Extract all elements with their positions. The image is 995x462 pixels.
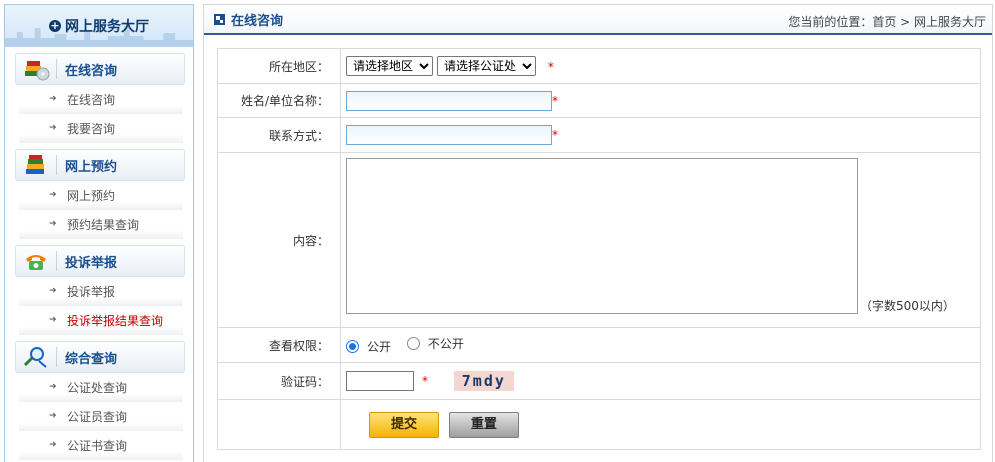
sidebar-title: 网上服务大厅: [65, 18, 149, 35]
plus-circle-icon: +: [49, 18, 61, 32]
contact-input[interactable]: [346, 125, 552, 145]
arrow-right-icon: ➜: [49, 286, 57, 296]
arrow-right-icon: ➜: [49, 219, 57, 229]
name-input[interactable]: [346, 90, 552, 111]
section-title: 综合查询: [65, 351, 118, 367]
sidebar-item-label: 投诉举报结果查询: [67, 314, 164, 328]
arrow-right-icon: ➜: [49, 315, 57, 325]
sidebar-item-online-consult[interactable]: ➜ 在线咨询: [19, 85, 183, 114]
form-row-actions: 提交 重置: [217, 399, 981, 450]
sidebar-item-complaint-result[interactable]: ➜ 投诉举报结果查询: [19, 306, 183, 335]
public-radio[interactable]: 公开: [346, 338, 391, 355]
submit-button[interactable]: 提交: [369, 411, 439, 438]
magnifier-icon: [16, 342, 56, 372]
permission-label: 查看权限：: [217, 327, 341, 363]
section-title: 在线咨询: [65, 63, 118, 79]
divider: [56, 155, 57, 175]
arrow-right-icon: ➜: [49, 382, 57, 392]
contact-label: 联系方式：: [217, 117, 341, 153]
arrow-right-icon: ➜: [49, 190, 57, 200]
radio-unchecked-icon: [406, 337, 420, 350]
public-radio-label: 公开: [367, 340, 392, 354]
sidebar-item-label: 公证书查询: [67, 439, 128, 453]
page-title: 在线咨询: [231, 13, 284, 29]
required-mark: *: [422, 374, 428, 388]
sidebar-item-label: 公证员查询: [67, 410, 128, 424]
books-icon: [16, 150, 56, 180]
sidebar-section-complaint[interactable]: 投诉举报: [15, 245, 185, 277]
private-radio[interactable]: 不公开: [406, 335, 464, 352]
form-row-region: 所在地区： 请选择地区 请选择公证处 *: [217, 48, 981, 84]
form-row-name: 姓名/单位名称： *: [217, 83, 981, 118]
sidebar-item-appointment[interactable]: ➜ 网上预约: [19, 181, 183, 210]
books-cd-icon: [16, 54, 56, 84]
section-title: 投诉举报: [65, 255, 118, 271]
arrow-right-icon: ➜: [49, 123, 57, 133]
sidebar-section-query[interactable]: 综合查询: [15, 341, 185, 373]
sidebar-item-certificate-query[interactable]: ➜ 公证书查询: [19, 431, 183, 460]
arrow-right-icon: ➜: [49, 411, 57, 421]
office-select[interactable]: 请选择公证处: [437, 56, 536, 76]
sidebar-item-complaint[interactable]: ➜ 投诉举报: [19, 277, 183, 306]
telephone-icon: [16, 246, 56, 276]
consult-form: 所在地区： 请选择地区 请选择公证处 * 姓名/单位名称： * 联系方式： * 内…: [217, 48, 981, 450]
form-row-captcha: 验证码： * 7mdy: [217, 362, 981, 400]
region-select[interactable]: 请选择地区: [346, 56, 433, 76]
required-mark: *: [552, 128, 558, 142]
sidebar-header: + 网上服务大厅: [5, 5, 193, 47]
sidebar-item-label: 在线咨询: [67, 93, 116, 107]
panel-header: 在线咨询 您当前的位置：首页 > 网上服务大厅: [204, 5, 992, 35]
divider: [56, 59, 57, 79]
divider: [56, 347, 57, 367]
captcha-image[interactable]: 7mdy: [453, 371, 514, 391]
divider: [56, 251, 57, 271]
sidebar-item-notary-query[interactable]: ➜ 公证员查询: [19, 402, 183, 431]
captcha-label: 验证码：: [217, 362, 341, 400]
sidebar-section-consult[interactable]: 在线咨询: [15, 53, 185, 85]
required-mark: *: [547, 59, 554, 74]
sidebar-item-label: 公证处查询: [67, 381, 128, 395]
sidebar-item-office-query[interactable]: ➜ 公证处查询: [19, 373, 183, 402]
sidebar-item-label: 网上预约: [67, 189, 116, 203]
form-row-content: 内容： （字数500以内）: [217, 152, 981, 328]
sidebar-item-label: 我要咨询: [67, 122, 116, 136]
arrow-right-icon: ➜: [49, 440, 57, 450]
sidebar-item-ask[interactable]: ➜ 我要咨询: [19, 114, 183, 143]
content-hint: （字数500以内）: [860, 299, 955, 313]
sidebar-item-label: 预约结果查询: [67, 218, 140, 232]
main-panel: 在线咨询 您当前的位置：首页 > 网上服务大厅 所在地区： 请选择地区 请选择公证…: [203, 4, 993, 462]
form-row-contact: 联系方式： *: [217, 117, 981, 153]
form-row-permission: 查看权限： 公开 不公开: [217, 327, 981, 363]
sidebar: + 网上服务大厅 在线咨询 ➜ 在线咨询 ➜ 我要咨询 网上预约 ➜ 网上预约 ➜ 预约…: [4, 4, 194, 462]
corner-bracket-icon: [214, 13, 225, 25]
region-label: 所在地区：: [217, 48, 341, 84]
private-radio-label: 不公开: [427, 337, 464, 351]
breadcrumb: 您当前的位置：首页 > 网上服务大厅: [788, 15, 986, 29]
sidebar-section-appointment[interactable]: 网上预约: [15, 149, 185, 181]
content-label: 内容：: [217, 152, 341, 328]
sidebar-item-label: 投诉举报: [67, 285, 116, 299]
section-title: 网上预约: [65, 159, 118, 175]
radio-checked-icon: [346, 340, 359, 353]
content-textarea[interactable]: [346, 158, 858, 314]
name-label: 姓名/单位名称：: [217, 83, 341, 118]
required-mark: *: [552, 93, 558, 108]
arrow-right-icon: ➜: [49, 94, 57, 104]
captcha-input[interactable]: [346, 371, 414, 391]
reset-button[interactable]: 重置: [448, 411, 519, 438]
sidebar-item-appointment-result[interactable]: ➜ 预约结果查询: [19, 210, 183, 239]
